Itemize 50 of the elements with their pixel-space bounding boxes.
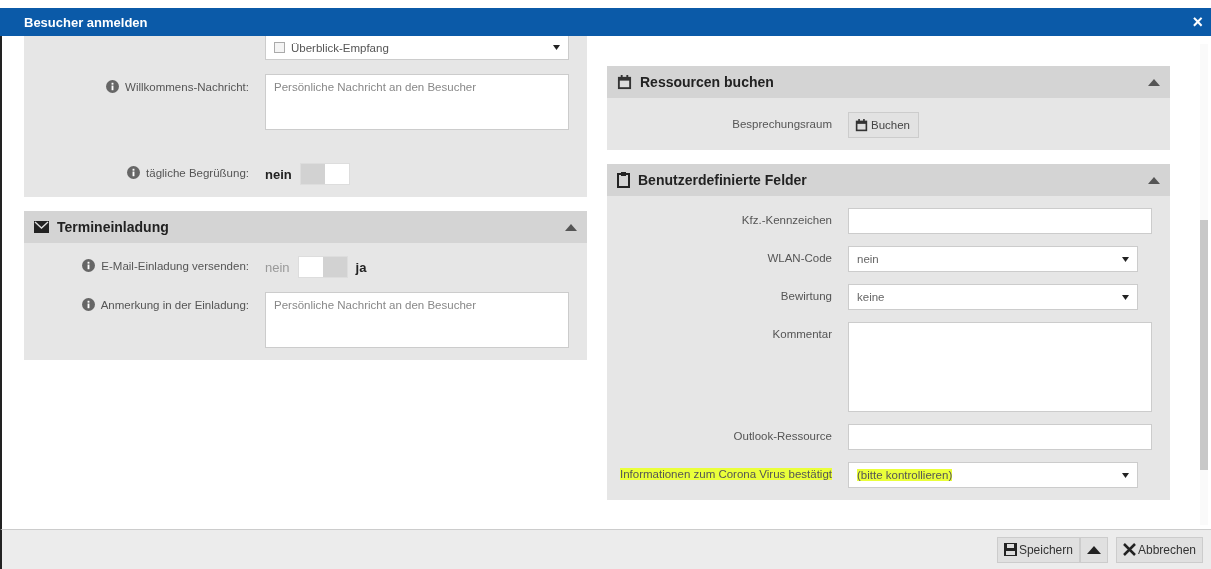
field-label: tägliche Begrüßung: xyxy=(146,166,249,179)
clipboard-icon xyxy=(617,172,630,188)
save-button[interactable]: Speichern xyxy=(996,536,1080,563)
caret-icon xyxy=(1122,472,1129,478)
caret-icon xyxy=(553,45,560,50)
field-label: Anmerkung in der Einladung: xyxy=(100,298,249,311)
toggle-switch[interactable] xyxy=(299,163,350,185)
field-label: E-Mail-Einladung versenden: xyxy=(101,259,249,272)
text-area[interactable]: Persönliche Nachricht an den Besucher xyxy=(265,74,569,130)
cancel-button[interactable]: Abbrechen xyxy=(1115,536,1203,563)
section-header: Benutzerdefinierte Felder xyxy=(607,164,1170,196)
checkbox[interactable] xyxy=(274,42,285,53)
caret-icon xyxy=(1086,545,1101,554)
calendar-icon xyxy=(855,118,868,132)
field-label: WLAN-Code xyxy=(767,252,832,264)
section-header: Termineinladung xyxy=(24,211,587,243)
caret-icon xyxy=(1122,294,1129,300)
caret-icon xyxy=(1122,256,1129,262)
select-field[interactable]: keine xyxy=(848,284,1138,310)
floppy-icon xyxy=(1003,543,1017,556)
text-area[interactable] xyxy=(848,322,1152,412)
select-field[interactable]: nein xyxy=(848,246,1138,272)
title-bar: Besucher anmelden × xyxy=(0,8,1211,36)
input-field[interactable] xyxy=(848,424,1152,450)
field-label: Outlook-Ressource xyxy=(733,430,832,442)
input-field[interactable] xyxy=(848,208,1152,234)
toggle-off-label: nein xyxy=(265,259,290,275)
field-label: Besprechungsraum xyxy=(732,118,832,130)
scrollbar[interactable] xyxy=(1200,44,1208,525)
close-icon xyxy=(1122,543,1136,556)
collapse-icon[interactable] xyxy=(1148,78,1160,86)
envelope-icon xyxy=(34,221,49,233)
field-label: Bewirtung xyxy=(780,290,832,302)
close-button[interactable]: × xyxy=(1192,13,1203,31)
section-header: Ressourcen buchen xyxy=(607,66,1170,98)
field-label: Willkommens-Nachricht: xyxy=(125,80,249,93)
toggle-off-label: nein xyxy=(265,166,292,182)
select-field[interactable]: (bitte kontrollieren) xyxy=(848,462,1138,488)
book-button[interactable]: Buchen xyxy=(848,112,919,138)
field-label: Informationen zum Corona Virus bestätigt xyxy=(620,468,832,480)
toggle-on-label: ja xyxy=(355,259,367,275)
collapse-icon[interactable] xyxy=(565,223,577,231)
calendar-icon xyxy=(617,74,632,90)
text-area[interactable]: Persönliche Nachricht an den Besucher xyxy=(265,292,569,348)
toggle-switch[interactable] xyxy=(297,256,348,278)
collapse-icon[interactable] xyxy=(1148,176,1160,184)
field-label: Kfz.-Kennzeichen xyxy=(741,214,832,226)
multiselect-field[interactable]: Überblick-Empfang xyxy=(265,36,569,60)
field-label: Kommentar xyxy=(772,328,832,340)
dropdown-button[interactable] xyxy=(1079,536,1108,563)
